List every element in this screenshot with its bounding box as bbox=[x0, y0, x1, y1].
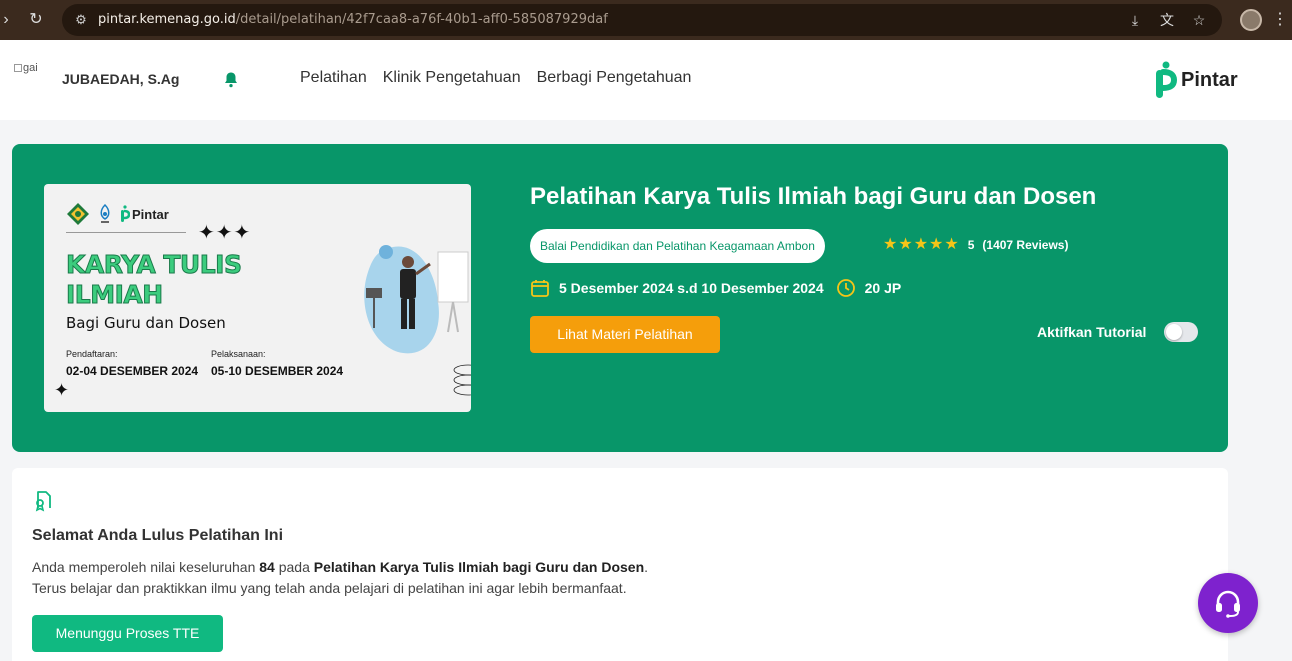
registration-label: Pendaftaran: bbox=[66, 349, 118, 359]
star-icon: ★ bbox=[944, 236, 959, 253]
completion-title: Selamat Anda Lulus Pelatihan Ini bbox=[32, 527, 284, 544]
translate-icon[interactable]: 文 bbox=[1158, 11, 1176, 29]
rating: ★ ★ ★ ★ ★ 5 (1407 Reviews) bbox=[883, 236, 1068, 254]
reload-icon[interactable]: ↻ bbox=[24, 8, 48, 32]
sparkle-small-icon: ✦ bbox=[54, 380, 70, 400]
execution-label: Pelaksanaan: bbox=[211, 349, 266, 359]
tutorial-toggle-group: Aktifkan Tutorial bbox=[1037, 322, 1199, 342]
schedule-row: 5 Desember 2024 s.d 10 Desember 2024 20 … bbox=[530, 278, 901, 298]
pintar-logo-icon bbox=[1156, 61, 1178, 98]
address-bar[interactable]: ⚙ pintar.kemenag.go.id/detail/pelatihan/… bbox=[62, 4, 1222, 36]
pintar-mini-icon bbox=[121, 205, 130, 222]
tutorial-label: Aktifkan Tutorial bbox=[1037, 324, 1147, 340]
certificate-icon bbox=[35, 491, 51, 512]
tutorial-toggle[interactable] bbox=[1164, 322, 1199, 342]
browser-chrome: › ↻ ⚙ pintar.kemenag.go.id/detail/pelati… bbox=[0, 0, 1292, 40]
nav-klinik-pengetahuan[interactable]: Klinik Pengetahuan bbox=[383, 69, 521, 87]
presenter-illustration bbox=[364, 245, 469, 354]
star-icon: ★ bbox=[883, 236, 898, 253]
course-banner: Pintar ✦✦✦ KARYA TULIS ILMIAH Bagi Guru … bbox=[44, 184, 471, 412]
rating-score: 5 bbox=[967, 238, 975, 252]
profile-avatar[interactable] bbox=[1240, 9, 1262, 31]
url-text[interactable]: pintar.kemenag.go.id/detail/pelatihan/42… bbox=[98, 12, 608, 27]
nav-berbagi-pengetahuan[interactable]: Berbagi Pengetahuan bbox=[537, 69, 692, 87]
course-name: Pelatihan Karya Tulis Ilmiah bagi Guru d… bbox=[313, 559, 645, 575]
banner-title: KARYA TULIS ILMIAH bbox=[66, 250, 243, 310]
user-name[interactable]: JUBAEDAH, S.Ag bbox=[62, 71, 179, 87]
banner-subtitle: Bagi Guru dan Dosen bbox=[66, 314, 226, 332]
headset-icon bbox=[1216, 590, 1240, 618]
browser-menu-icon[interactable]: ⋮ bbox=[1272, 8, 1288, 32]
site-header: gai JUBAEDAH, S.Ag Pelatihan Klinik Peng… bbox=[0, 40, 1292, 120]
star-icon: ★ bbox=[929, 236, 944, 253]
score-message: Anda memperoleh nilai keseluruhan 84 pad… bbox=[32, 559, 649, 575]
encouragement-message: Terus belajar dan praktikkan ilmu yang t… bbox=[32, 580, 627, 596]
brand-name: Pintar bbox=[1181, 68, 1238, 91]
execution-dates: 05-10 DESEMBER 2024 bbox=[211, 364, 344, 378]
install-app-icon[interactable]: ⤓ bbox=[1126, 11, 1144, 29]
calendar-icon bbox=[531, 280, 549, 297]
review-count: (1407 Reviews) bbox=[982, 238, 1069, 252]
clock-icon bbox=[836, 279, 855, 297]
banner-logos: Pintar bbox=[66, 202, 169, 226]
course-title: Pelatihan Karya Tulis Ilmiah bagi Guru d… bbox=[530, 183, 1097, 210]
site-settings-icon[interactable]: ⚙ bbox=[72, 11, 90, 29]
forward-icon[interactable]: › bbox=[0, 8, 18, 32]
support-chat-button[interactable] bbox=[1198, 573, 1258, 633]
avatar[interactable]: gai bbox=[14, 62, 50, 80]
banner-pintar-logo: Pintar bbox=[120, 205, 169, 223]
banner-divider bbox=[66, 232, 186, 233]
toggle-knob bbox=[1166, 324, 1183, 340]
star-icon: ★ bbox=[898, 236, 913, 253]
nav-pelatihan[interactable]: Pelatihan bbox=[300, 69, 367, 87]
view-materials-button[interactable]: Lihat Materi Pelatihan bbox=[530, 316, 720, 353]
training-hours: 20 JP bbox=[864, 280, 902, 296]
final-score: 84 bbox=[259, 559, 275, 575]
date-range: 5 Desember 2024 s.d 10 Desember 2024 bbox=[559, 280, 824, 296]
organizer-badge: Balai Pendidikan dan Pelatihan Keagamaan… bbox=[530, 229, 825, 263]
pesiar-logo-icon bbox=[100, 204, 110, 223]
rings-decoration bbox=[453, 364, 471, 396]
completion-card: Selamat Anda Lulus Pelatihan Ini Anda me… bbox=[12, 468, 1228, 661]
bell-icon[interactable] bbox=[222, 70, 240, 90]
registration-dates: 02-04 DESEMBER 2024 bbox=[66, 364, 199, 378]
tte-process-button[interactable]: Menunggu Proses TTE bbox=[32, 615, 223, 652]
star-icon: ★ bbox=[913, 236, 929, 253]
brand-logo[interactable]: Pintar bbox=[1154, 60, 1238, 100]
bookmark-star-icon[interactable]: ☆ bbox=[1190, 11, 1208, 29]
sparkle-icon: ✦✦✦ bbox=[198, 222, 252, 244]
kemenag-logo-icon bbox=[67, 203, 89, 225]
course-hero: Pintar ✦✦✦ KARYA TULIS ILMIAH Bagi Guru … bbox=[12, 144, 1228, 452]
main-nav: Pelatihan Klinik Pengetahuan Berbagi Pen… bbox=[300, 69, 691, 87]
